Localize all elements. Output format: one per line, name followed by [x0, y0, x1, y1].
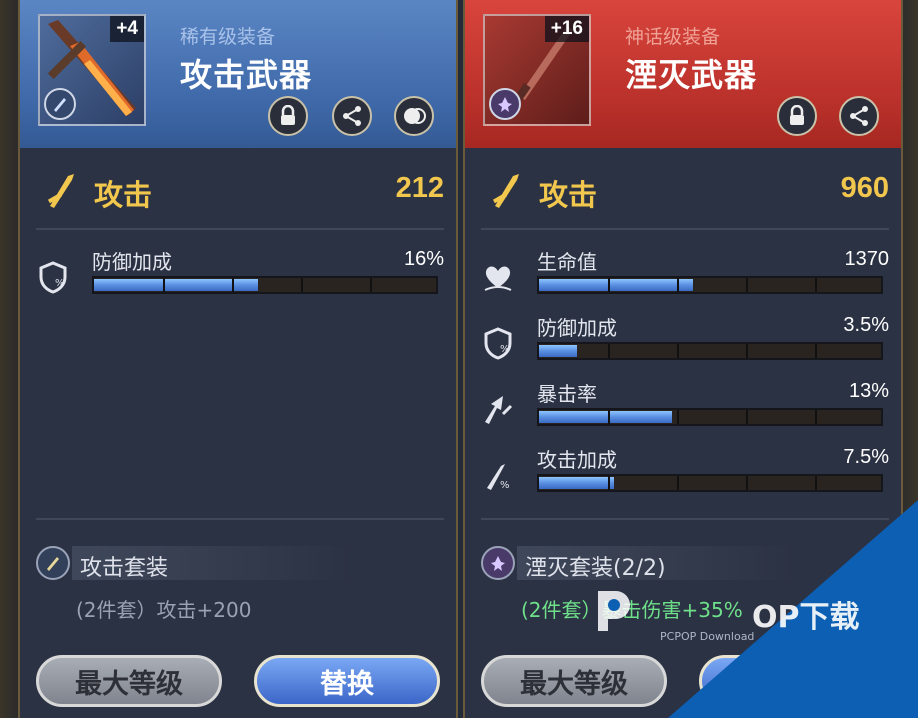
sub-stat-label: 防御加成 [537, 316, 617, 340]
svg-text:%: % [500, 480, 510, 491]
item-name: 攻击武器 [180, 56, 313, 94]
sub-stat-label: 攻击加成 [537, 448, 617, 472]
share-icon[interactable] [839, 96, 879, 136]
progress-fill [539, 279, 693, 291]
divider [36, 518, 444, 520]
lock-icon[interactable] [777, 96, 817, 136]
unequip-button[interactable]: 卸下 [699, 655, 885, 707]
stat-progress-bar [92, 276, 438, 294]
watermark-text: OP下载 [752, 600, 860, 635]
divider [481, 518, 889, 520]
attack-sword-icon [47, 174, 74, 208]
item-thumbnail[interactable]: +4 [38, 14, 146, 126]
main-stat-value: 960 [840, 172, 889, 204]
sub-stat-row: % 防御加成 3.5% [481, 312, 889, 376]
rarity-label: 神话级装备 [625, 26, 721, 48]
defense-shield-icon: % [484, 327, 512, 360]
defense-shield-icon: % [39, 261, 67, 294]
item-thumbnail[interactable]: +16 [483, 14, 591, 126]
heart-icon [484, 266, 512, 291]
stat-progress-bar [537, 408, 883, 426]
divider [481, 228, 889, 230]
sub-stat-label: 暴击率 [537, 382, 597, 406]
replace-button[interactable]: 替换 [254, 655, 440, 707]
set-emblem-icon [481, 546, 515, 580]
progress-fill [539, 345, 577, 357]
main-stat-value: 212 [395, 172, 444, 204]
sub-stat-label: 防御加成 [92, 250, 172, 274]
main-stat-attack: 攻击 212 [44, 166, 444, 216]
main-stat-label: 攻击 [94, 178, 153, 212]
sub-stat-label: 生命值 [537, 250, 597, 274]
crit-arrow-icon [485, 396, 513, 424]
coin-icon[interactable] [394, 96, 434, 136]
attack-sword-icon [492, 174, 519, 208]
main-stat-label: 攻击 [539, 178, 598, 212]
sub-stat-row: 暴击率 13% [481, 378, 889, 442]
main-stat-attack: 攻击 960 [489, 166, 889, 216]
max-level-button[interactable]: 最大等级 [481, 655, 667, 707]
set-sword-icon [36, 546, 70, 580]
panel-header: +4 稀有级装备 攻击武器 [20, 0, 456, 148]
divider [36, 228, 444, 230]
set-description: (2件套）攻击+200 [76, 598, 252, 622]
sub-stat-value: 16% [403, 248, 444, 270]
sub-stat-value: 13% [848, 380, 889, 402]
set-name: 湮灭套装(2/2) [525, 556, 666, 581]
stat-progress-bar [537, 342, 883, 360]
sub-stat-value: 7.5% [843, 446, 889, 468]
attack-boost-icon: % [487, 464, 510, 491]
equipment-panel-current: +4 稀有级装备 攻击武器 攻击 212 % 防御加成 16% 攻击套装 (2件… [18, 0, 458, 718]
progress-fill [539, 411, 673, 423]
panel-header: +16 神话级装备 湮灭武器 [465, 0, 901, 148]
lock-icon[interactable] [268, 96, 308, 136]
sub-stat-value: 1370 [844, 248, 890, 270]
watermark-logo-icon [598, 591, 630, 631]
item-name: 湮灭武器 [625, 56, 758, 94]
watermark-subtext: PCPOP Download [660, 630, 755, 643]
weapon-type-icon [489, 88, 521, 120]
enhance-level: +16 [544, 16, 589, 42]
enhance-level: +4 [110, 16, 144, 42]
svg-text:%: % [500, 344, 510, 355]
stat-progress-bar [537, 474, 883, 492]
stat-progress-bar [537, 276, 883, 294]
progress-fill [539, 477, 615, 489]
rarity-label: 稀有级装备 [180, 26, 276, 48]
share-icon[interactable] [332, 96, 372, 136]
set-name: 攻击套装 [80, 556, 169, 581]
sub-stat-value: 3.5% [843, 314, 889, 336]
weapon-type-icon [44, 88, 76, 120]
sub-stat-row: % 防御加成 16% [36, 246, 444, 310]
sub-stat-row: % 攻击加成 7.5% [481, 444, 889, 508]
sub-stat-row: 生命值 1370 [481, 246, 889, 310]
svg-text:%: % [55, 278, 65, 289]
max-level-button[interactable]: 最大等级 [36, 655, 222, 707]
